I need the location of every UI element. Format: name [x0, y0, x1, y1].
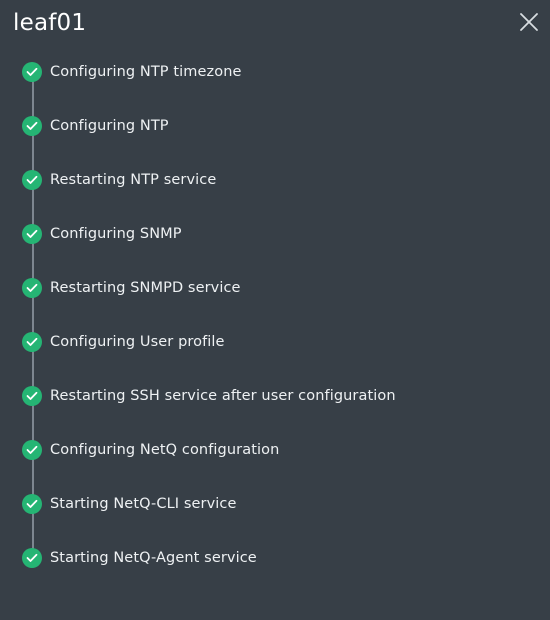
step-item: Configuring NTP timezone [22, 61, 242, 83]
check-circle-icon [22, 170, 42, 190]
step-label: Starting NetQ-CLI service [50, 496, 237, 512]
close-icon [520, 13, 538, 31]
step-item: Configuring NTP [22, 115, 169, 137]
step-item: Starting NetQ-CLI service [22, 493, 236, 515]
step-item: Configuring NetQ configuration [22, 439, 279, 461]
step-label: Configuring User profile [50, 334, 225, 350]
step-label: Starting NetQ-Agent service [50, 550, 257, 566]
check-circle-icon [22, 224, 42, 244]
check-circle-icon [22, 548, 42, 568]
check-circle-icon [22, 494, 42, 514]
step-item: Restarting NTP service [22, 169, 216, 191]
dialog-title: leaf01 [13, 10, 87, 36]
step-label: Restarting SNMPD service [50, 280, 241, 296]
check-circle-icon [22, 386, 42, 406]
check-circle-icon [22, 440, 42, 460]
step-label: Configuring NetQ configuration [50, 442, 280, 458]
check-circle-icon [22, 62, 42, 82]
check-circle-icon [22, 332, 42, 352]
step-item: Configuring User profile [22, 331, 225, 353]
step-item: Restarting SNMPD service [22, 277, 241, 299]
check-circle-icon [22, 278, 42, 298]
step-label: Configuring NTP [50, 118, 169, 134]
timeline-line [32, 72, 34, 559]
step-label: Restarting NTP service [50, 172, 217, 188]
step-label: Configuring NTP timezone [50, 64, 242, 80]
step-item: Restarting SSH service after user config… [22, 385, 396, 407]
step-item: Starting NetQ-Agent service [22, 547, 257, 569]
check-circle-icon [22, 116, 42, 136]
close-button[interactable] [516, 9, 542, 35]
step-item: Configuring SNMP [22, 223, 182, 245]
progress-dialog: leaf01 Configuring NTP timezone Configur… [0, 0, 550, 620]
step-label: Restarting SSH service after user config… [50, 388, 396, 404]
step-label: Configuring SNMP [50, 226, 182, 242]
